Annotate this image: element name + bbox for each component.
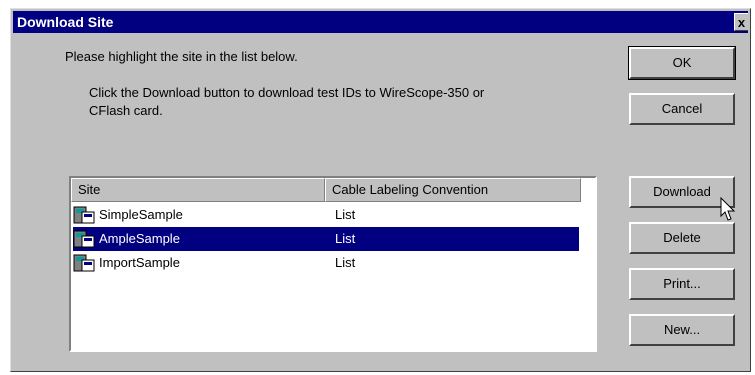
- delete-button[interactable]: Delete: [629, 222, 735, 254]
- title-bar[interactable]: Download Site x: [13, 11, 748, 33]
- cancel-button[interactable]: Cancel: [629, 93, 735, 125]
- mouse-pointer-icon: [720, 197, 736, 221]
- site-name: AmpleSample: [99, 231, 180, 246]
- list-item[interactable]: ImportSample List: [73, 251, 579, 275]
- close-button[interactable]: x: [734, 13, 748, 31]
- list-item[interactable]: SimpleSample List: [73, 203, 579, 227]
- site-convention: List: [335, 207, 356, 222]
- site-database-icon: [73, 230, 95, 248]
- print-button[interactable]: Print...: [629, 268, 735, 300]
- site-name: SimpleSample: [99, 207, 183, 222]
- ok-button[interactable]: OK: [628, 46, 736, 80]
- site-name: ImportSample: [99, 255, 180, 270]
- new-button[interactable]: New...: [629, 314, 735, 346]
- instruction-download-line2: CFlash card.: [89, 103, 163, 118]
- site-database-icon: [73, 206, 95, 224]
- dialog-title: Download Site: [17, 14, 114, 30]
- list-header: Site Cable Labeling Convention: [71, 178, 581, 202]
- download-site-dialog: Download Site x Please highlight the sit…: [10, 8, 751, 372]
- site-convention: List: [335, 255, 356, 270]
- site-database-icon: [73, 254, 95, 272]
- site-list[interactable]: Site Cable Labeling Convention SimpleSam…: [69, 176, 597, 352]
- column-header-convention[interactable]: Cable Labeling Convention: [325, 178, 581, 202]
- instruction-highlight: Please highlight the site in the list be…: [65, 49, 298, 64]
- list-item[interactable]: AmpleSample List: [73, 227, 579, 251]
- column-header-site[interactable]: Site: [71, 178, 325, 202]
- instruction-download-line1: Click the Download button to download te…: [89, 85, 485, 100]
- site-convention: List: [335, 231, 356, 246]
